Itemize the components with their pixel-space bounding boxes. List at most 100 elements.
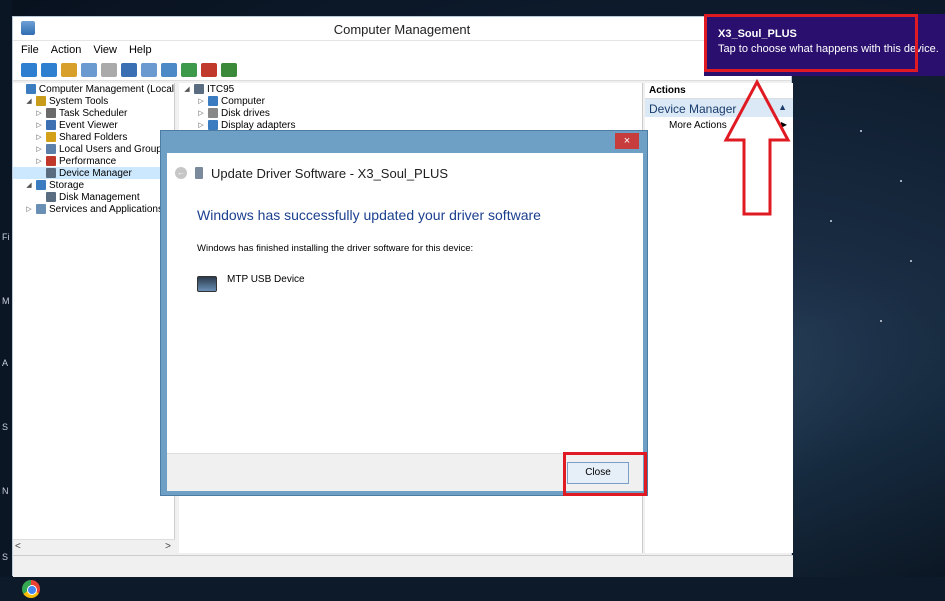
window-titlebar: Computer Management (13, 17, 791, 41)
expand-arrow-icon[interactable]: ▷ (35, 133, 43, 141)
menu-item-action[interactable]: Action (51, 44, 82, 56)
tree-node-icon (36, 96, 46, 106)
tree-item-label: Shared Folders (59, 131, 128, 143)
scan-hardware-icon[interactable] (161, 62, 177, 77)
expand-arrow-icon[interactable]: ▷ (197, 121, 205, 129)
expand-arrow-icon[interactable]: ◢ (183, 85, 191, 93)
desktop-edge: Fi M A S N S (0, 0, 12, 601)
menu-item-help[interactable]: Help (129, 44, 152, 56)
chrome-icon[interactable] (22, 580, 40, 598)
help-icon[interactable] (121, 62, 137, 77)
tree-item-root[interactable]: ◢ ITC95 (179, 83, 642, 95)
mtp-device-icon (197, 276, 217, 292)
expand-arrow-icon[interactable]: ▷ (197, 109, 205, 117)
expand-arrow-icon[interactable]: ◢ (25, 97, 33, 105)
navigation-tree: Computer Management (Local ◢ System Tools ▷… (13, 83, 175, 553)
taskbar (0, 577, 945, 601)
properties-icon[interactable] (101, 62, 117, 77)
tree-item-label: Disk drives (221, 107, 270, 119)
dialog-header: ← Update Driver Software - X3_Soul_PLUS (167, 153, 643, 193)
tree-node-icon (46, 192, 56, 202)
expand-arrow-icon[interactable]: ◢ (25, 181, 33, 189)
dialog-close-button[interactable]: × (615, 133, 639, 149)
dialog-content: ← Update Driver Software - X3_Soul_PLUS … (167, 153, 643, 491)
tree-node-icon (36, 180, 46, 190)
enable-device-icon[interactable] (221, 62, 237, 77)
device-label: MTP USB Device (227, 273, 305, 285)
show-hide-tree-icon[interactable] (81, 62, 97, 77)
tree-node-icon (46, 108, 56, 118)
window-title: Computer Management (333, 22, 471, 37)
star (860, 130, 862, 132)
menu-bar: File Action View Help (13, 41, 791, 59)
dialog-heading: Windows has successfully updated your dr… (197, 207, 541, 223)
tree-item-label: Device Manager (59, 167, 132, 179)
tree-item-local-users-and-group[interactable]: ▷ Local Users and Group (13, 143, 174, 155)
tree-item-label: Storage (49, 179, 85, 191)
up-folder-icon[interactable] (61, 62, 77, 77)
tree-item-computer-management-local[interactable]: Computer Management (Local (13, 83, 174, 95)
status-bar (13, 555, 793, 577)
expand-arrow-icon[interactable]: ▷ (35, 157, 43, 165)
expand-arrow-icon[interactable]: ▷ (35, 145, 43, 153)
tree-item-shared-folders[interactable]: ▷ Shared Folders (13, 131, 174, 143)
highlight-box-close (563, 452, 647, 496)
star (900, 180, 902, 182)
back-arrow-icon[interactable]: ← (175, 167, 187, 179)
display-icon (208, 120, 218, 130)
more-actions-label: More Actions (669, 120, 727, 131)
tree-item-device-manager[interactable]: Device Manager (13, 167, 174, 179)
tree-node-icon (46, 144, 56, 154)
tree-item-performance[interactable]: ▷ Performance (13, 155, 174, 167)
tree-item-label: Services and Applications (49, 203, 163, 215)
dialog-title: Update Driver Software - X3_Soul_PLUS (211, 165, 449, 181)
tree-item-task-scheduler[interactable]: ▷ Task Scheduler (13, 107, 174, 119)
horizontal-scrollbar[interactable]: < > (13, 539, 175, 553)
star (830, 220, 832, 222)
expand-arrow-icon[interactable]: ▷ (35, 109, 43, 117)
tree-item-label: Disk Management (59, 191, 140, 203)
device-small-icon (195, 167, 203, 179)
tree-item-label: Display adapters (221, 119, 296, 131)
highlight-box-toast (704, 14, 918, 72)
tree-item-event-viewer[interactable]: ▷ Event Viewer (13, 119, 174, 131)
tree-item-label: Event Viewer (59, 119, 118, 131)
disk-icon (208, 108, 218, 118)
expand-arrow-icon[interactable]: ▷ (197, 97, 205, 105)
tree-item-label: Computer (221, 95, 265, 107)
tree-item-disk-drives[interactable]: ▷ Disk drives (179, 107, 642, 119)
tree-item-label: Task Scheduler (59, 107, 128, 119)
device-row: MTP USB Device (197, 273, 643, 292)
expand-arrow-icon[interactable]: ▷ (25, 205, 33, 213)
uninstall-icon[interactable] (201, 62, 217, 77)
menu-item-view[interactable]: View (93, 44, 117, 56)
scroll-left-arrow[interactable]: < (15, 541, 21, 552)
dialog-text: Windows has finished installing the driv… (197, 243, 474, 254)
scroll-right-arrow[interactable]: > (165, 541, 171, 552)
forward-arrow-icon[interactable] (41, 62, 57, 77)
tree-item-disk-management[interactable]: Disk Management (13, 191, 174, 203)
tree-item-label: Local Users and Group (59, 143, 162, 155)
update-driver-icon[interactable] (181, 62, 197, 77)
annotation-arrow-icon (723, 78, 791, 216)
tree-item-label: Computer Management (Local (38, 83, 174, 95)
tree-node-icon (25, 84, 36, 94)
tree-item-system-tools[interactable]: ◢ System Tools (13, 95, 174, 107)
tree-item-label: System Tools (49, 95, 109, 107)
toolbar (13, 59, 791, 81)
tree-item-label: ITC95 (207, 83, 235, 95)
back-arrow-icon[interactable] (21, 62, 37, 77)
tree-node-icon (36, 204, 46, 214)
view-icon[interactable] (141, 62, 157, 77)
tree-item-storage[interactable]: ◢ Storage (13, 179, 174, 191)
tree-item-computer[interactable]: ▷ Computer (179, 95, 642, 107)
tree-node-icon (46, 168, 56, 178)
tree-node-icon (46, 120, 56, 130)
star (910, 260, 912, 262)
star (880, 320, 882, 322)
expand-arrow-icon[interactable]: ▷ (35, 121, 43, 129)
monitor-icon (208, 96, 218, 106)
tree-item-services-and-applications[interactable]: ▷ Services and Applications (13, 203, 174, 215)
update-driver-dialog: × ← Update Driver Software - X3_Soul_PLU… (160, 130, 648, 496)
menu-item-file[interactable]: File (21, 44, 39, 56)
